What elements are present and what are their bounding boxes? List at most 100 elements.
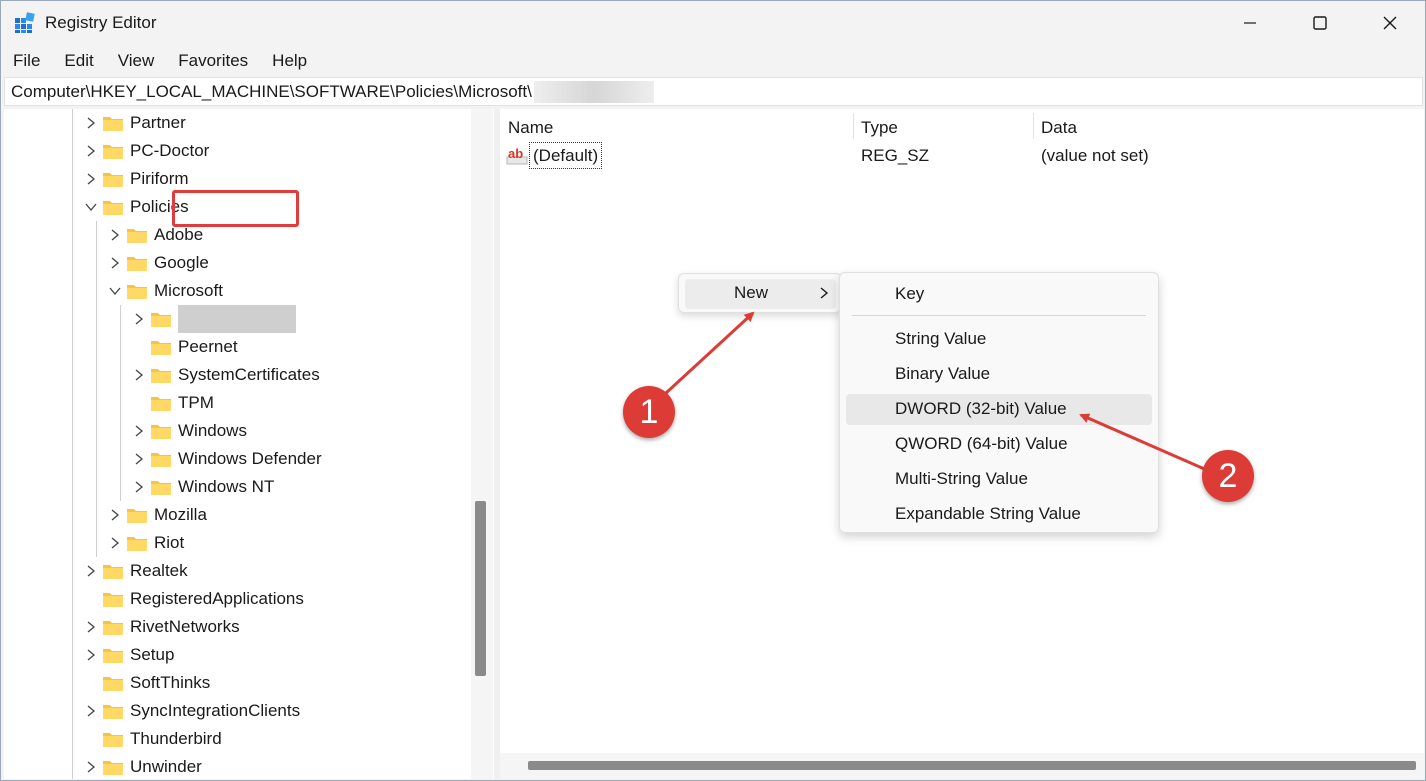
submenu-item-string-value[interactable]: String Value	[846, 324, 1152, 355]
chevron-right-icon	[87, 565, 96, 577]
tree-item-label: Setup	[130, 645, 175, 664]
tree-item-registeredapplications[interactable]: RegisteredApplications	[84, 585, 304, 613]
tree-item-peernet[interactable]: Peernet	[132, 333, 238, 361]
tree-expander[interactable]	[84, 564, 98, 578]
tree-item-piriform[interactable]: Piriform	[84, 165, 189, 193]
chevron-right-icon	[87, 761, 96, 773]
chevron-right-icon	[135, 425, 144, 437]
tree-item-mozilla[interactable]: Mozilla	[108, 501, 207, 529]
minimize-icon	[1244, 22, 1256, 24]
column-separator[interactable]	[1033, 113, 1034, 139]
tree-item-microsoft[interactable]: Microsoft	[108, 277, 223, 305]
tree-item-google[interactable]: Google	[108, 249, 209, 277]
tree-item-label: Adobe	[154, 225, 204, 244]
tree-expander[interactable]	[108, 256, 122, 270]
tree-item-windows-nt[interactable]: Windows NT	[132, 473, 274, 501]
chevron-right-icon	[820, 287, 829, 299]
tree-expander[interactable]	[84, 704, 98, 718]
tree-item-label: Unwinder	[130, 757, 202, 776]
menu-view[interactable]: View	[106, 47, 167, 75]
menu-favorites[interactable]: Favorites	[166, 47, 260, 75]
tree-item-partner[interactable]: Partner	[84, 109, 186, 137]
submenu-item-dword-value[interactable]: DWORD (32-bit) Value	[846, 394, 1152, 425]
tree-scroll-thumb[interactable]	[475, 501, 486, 676]
tree-expander[interactable]	[84, 200, 98, 214]
tree-expander[interactable]	[84, 648, 98, 662]
maximize-button[interactable]	[1285, 1, 1355, 45]
tree-expander[interactable]	[84, 116, 98, 130]
folder-icon	[103, 733, 123, 747]
tree-expander[interactable]	[108, 228, 122, 242]
tree-expander[interactable]	[84, 760, 98, 774]
tree-expander[interactable]	[84, 620, 98, 634]
submenu-item-expandable-string-value[interactable]: Expandable String Value	[846, 499, 1152, 530]
chevron-right-icon	[87, 117, 96, 129]
column-header-type[interactable]: Type	[861, 115, 898, 141]
tree-item-unwinder[interactable]: Unwinder	[84, 753, 202, 779]
folder-icon	[103, 705, 123, 719]
column-header-data[interactable]: Data	[1041, 115, 1077, 141]
tree-item-thunderbird[interactable]: Thunderbird	[84, 725, 222, 753]
submenu-item-qword-value[interactable]: QWORD (64-bit) Value	[846, 429, 1152, 460]
tree-expander[interactable]	[132, 424, 146, 438]
registry-editor-window: Registry Editor File Edit View Favorites…	[0, 0, 1426, 781]
tree-vertical-scrollbar[interactable]	[471, 109, 493, 779]
address-path: Computer\HKEY_LOCAL_MACHINE\SOFTWARE\Pol…	[11, 81, 532, 101]
menu-help[interactable]: Help	[260, 47, 319, 75]
tree-item-syncintegrationclients[interactable]: SyncIntegrationClients	[84, 697, 300, 725]
tree-item-setup[interactable]: Setup	[84, 641, 174, 669]
chevron-right-icon	[111, 229, 120, 241]
address-bar[interactable]: Computer\HKEY_LOCAL_MACHINE\SOFTWARE\Pol…	[4, 77, 1423, 106]
submenu-item-binary-value[interactable]: Binary Value	[846, 359, 1152, 390]
tree-expander[interactable]	[108, 284, 122, 298]
tree-item-label: Windows NT	[178, 477, 275, 496]
tree-item-windows[interactable]: Windows	[132, 417, 247, 445]
tree-item-label: TPM	[178, 393, 214, 412]
tree-item-rivetnetworks[interactable]: RivetNetworks	[84, 613, 240, 641]
tree-item-redacted[interactable]	[132, 305, 296, 333]
tree-guide-line	[120, 305, 121, 501]
values-horizontal-scrollbar[interactable]	[500, 753, 1424, 779]
close-button[interactable]	[1355, 1, 1425, 45]
tree-item-riot[interactable]: Riot	[108, 529, 184, 557]
tree-expander[interactable]	[84, 172, 98, 186]
tree-expander[interactable]	[84, 144, 98, 158]
tree-expander[interactable]	[132, 480, 146, 494]
column-separator[interactable]	[853, 113, 854, 139]
values-scroll-thumb[interactable]	[528, 761, 1416, 770]
tree-item-softthinks[interactable]: SoftThinks	[84, 669, 210, 697]
column-header-name[interactable]: Name	[508, 115, 553, 141]
value-name-default[interactable]: (Default)	[529, 142, 603, 169]
step-badge-2: 2	[1202, 450, 1254, 502]
tree-item-realtek[interactable]: Realtek	[84, 557, 188, 585]
tree-expander[interactable]	[132, 368, 146, 382]
submenu-item-multi-string-value[interactable]: Multi-String Value	[846, 464, 1152, 495]
folder-icon	[151, 453, 171, 467]
menu-item-new[interactable]: New	[685, 279, 836, 309]
tree-item-tpm[interactable]: TPM	[132, 389, 214, 417]
tree-expander[interactable]	[108, 536, 122, 550]
tree-item-label: SoftThinks	[130, 673, 211, 692]
chevron-down-icon	[109, 287, 121, 296]
chevron-right-icon	[135, 369, 144, 381]
tree-item-systemcertificates[interactable]: SystemCertificates	[132, 361, 320, 389]
tree-expander[interactable]	[132, 452, 146, 466]
submenu-item-label: QWORD (64-bit) Value	[895, 434, 1068, 453]
tree-item-windows-defender[interactable]: Windows Defender	[132, 445, 322, 473]
submenu-item-key[interactable]: Key	[846, 279, 1152, 310]
chevron-right-icon	[87, 173, 96, 185]
tree-item-label: Peernet	[178, 337, 238, 356]
tree-expander[interactable]	[132, 312, 146, 326]
menu-edit[interactable]: Edit	[52, 47, 105, 75]
folder-icon	[103, 621, 123, 635]
menu-bar: File Edit View Favorites Help	[1, 47, 319, 75]
highlight-box	[172, 190, 299, 227]
tree-expander[interactable]	[108, 508, 122, 522]
folder-icon	[127, 285, 147, 299]
submenu-item-label: Expandable String Value	[895, 504, 1081, 523]
minimize-button[interactable]	[1215, 1, 1285, 45]
menu-file[interactable]: File	[1, 47, 52, 75]
tree-item-pc-doctor[interactable]: PC-Doctor	[84, 137, 209, 165]
